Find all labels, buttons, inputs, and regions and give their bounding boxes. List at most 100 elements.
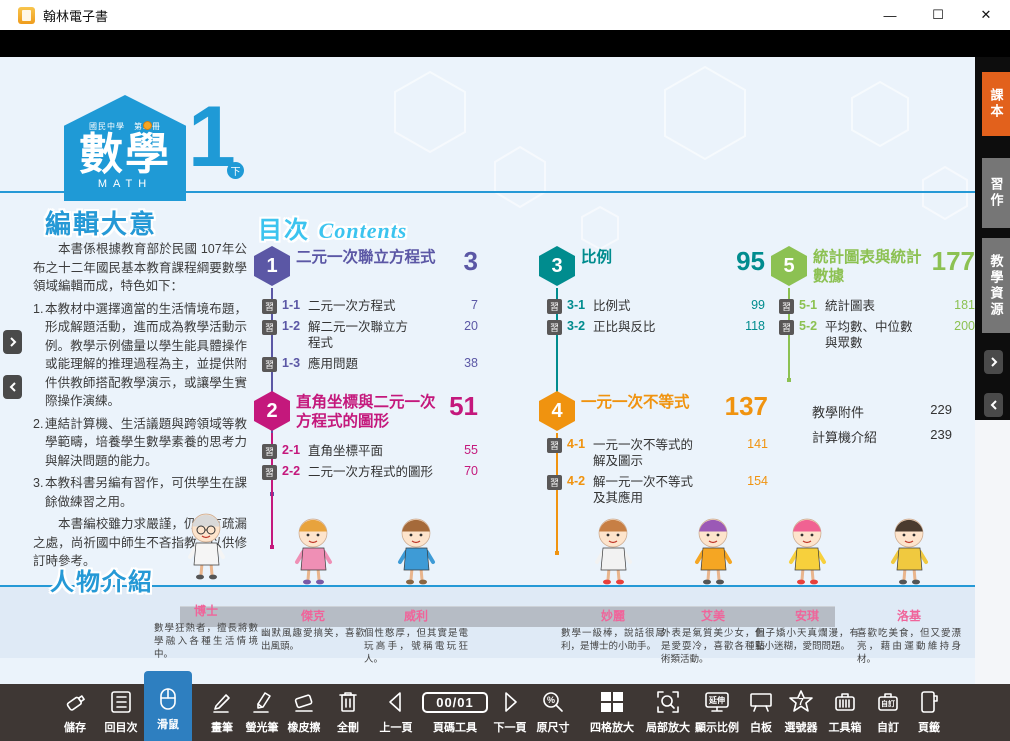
logo-subject-en: MATH: [64, 178, 186, 190]
app-icon: [18, 7, 35, 24]
character-illustration: [393, 514, 439, 591]
panel-open-right-button[interactable]: [3, 330, 22, 354]
tool-eraser[interactable]: 橡皮擦: [280, 687, 328, 739]
semester-badge: 下: [227, 162, 244, 179]
tab-workbook[interactable]: 習作: [982, 158, 1010, 228]
svg-text:自訂: 自訂: [881, 699, 895, 708]
section-row[interactable]: 習 1-1 二元一次方程式 7: [262, 298, 478, 314]
tab-textbook[interactable]: 課本: [982, 72, 1010, 136]
character-card: 艾美 外表是氣質美少女，但是愛耍冷，喜歡各種藝術類活動。: [660, 514, 766, 666]
panel-open-left-button[interactable]: [984, 393, 1003, 417]
tab-teaching-resources[interactable]: 教學資源: [982, 238, 1010, 333]
workbook-badge[interactable]: 習: [547, 438, 562, 453]
chapter-5: 5 統計圖表與統計數據 177 習 5-1 統計圖表 181 習 5-2 平均數…: [775, 246, 975, 356]
chevron-left-icon: [989, 399, 999, 411]
area-zoom-icon: [655, 689, 681, 715]
four-pane-icon: [598, 689, 626, 715]
chapter-title[interactable]: 二元一次聯立方程式: [296, 246, 446, 267]
tool-toolbox[interactable]: 工具箱: [821, 687, 869, 739]
top-black-bar: [0, 30, 1010, 57]
tool-page-number[interactable]: 00/01 頁碼工具: [420, 687, 490, 739]
section-row[interactable]: 習 2-1 直角坐標平面 55: [262, 443, 478, 459]
section-row[interactable]: 習 2-2 二元一次方程式的圖形 70: [262, 464, 478, 480]
editorial-item: 1. 本教材中選擇適當的生活情境布題，形成解題活動，進而成為教學活動示例。教學示…: [33, 300, 247, 411]
chapter-page: 95: [736, 246, 765, 277]
character-card: 安琪 個子嬌小天真爛漫，有點小迷糊，愛問問題。: [754, 514, 860, 653]
appendix-row[interactable]: 計算機介紹 239: [812, 427, 952, 446]
chevron-left-icon: [8, 381, 18, 393]
tool-previous-page[interactable]: 上一頁: [372, 687, 420, 739]
chapter-page: 137: [725, 391, 768, 422]
whiteboard-icon: [748, 689, 774, 715]
maximize-button[interactable]: ☐: [914, 0, 962, 30]
logo-subject: 數學: [64, 132, 186, 178]
character-illustration: [886, 514, 932, 591]
toolbox-icon: [832, 689, 858, 715]
eraser-icon: [291, 689, 317, 715]
next-page-icon: [497, 689, 523, 715]
workbook-badge[interactable]: 習: [262, 357, 277, 372]
tool-next-page[interactable]: 下一頁: [486, 687, 534, 739]
workbook-badge[interactable]: 習: [262, 299, 277, 314]
section-row[interactable]: 習 4-2 解一元一次不等式及其應用 154: [547, 474, 768, 506]
panel-open-left-button[interactable]: [3, 375, 22, 399]
chapter-page: 3: [464, 246, 478, 277]
workbook-badge[interactable]: 習: [262, 320, 277, 335]
character-illustration: [690, 514, 736, 591]
titlebar: 翰林電子書 — ☐ ✕: [0, 0, 1010, 30]
chapter-number-hexagon: 4: [539, 391, 575, 431]
page-indicator[interactable]: 00/01: [422, 692, 488, 713]
character-card: 傑克 幽默風趣愛搞笑，喜歡出風頭。: [260, 514, 366, 653]
book-page: 國民中學 第二冊 數學 MATH 1 下 編輯大意 目次 Contents 本書…: [0, 57, 1010, 684]
section-row[interactable]: 習 5-2 平均數、中位數與眾數 200: [779, 319, 975, 351]
mouse-icon: [155, 686, 181, 712]
section-row[interactable]: 習 5-1 統計圖表 181: [779, 298, 975, 314]
tool-four-pane-zoom[interactable]: 四格放大: [588, 687, 636, 739]
tool-original-size[interactable]: % 原尺寸: [529, 687, 577, 739]
tool-back-to-toc[interactable]: 回目次: [97, 687, 145, 739]
workbook-badge[interactable]: 習: [547, 475, 562, 490]
character-card: 博士 數學狂熱者，擅長將數學融入各種生活情境中。: [153, 509, 259, 661]
tool-mouse[interactable]: 滑鼠: [144, 671, 192, 741]
chapter-page: 177: [932, 246, 975, 277]
chapter-title[interactable]: 一元一次不等式: [581, 391, 731, 412]
custom-toolbox-icon: 自訂: [875, 689, 901, 715]
character-card: 洛基 喜歡吃美食，但又愛漂亮，藉由運動維持身材。: [856, 514, 962, 666]
chapter-title[interactable]: 直角坐標與二元一次方程式的圖形: [296, 391, 444, 431]
section-row[interactable]: 習 3-1 比例式 99: [547, 298, 765, 314]
tool-save[interactable]: 儲存: [51, 687, 99, 739]
svg-text:%: %: [547, 695, 555, 705]
workbook-badge[interactable]: 習: [262, 444, 277, 459]
tool-delete-all[interactable]: 全刪: [324, 687, 372, 739]
character-card: 威利 個性憨厚，但其實是電玩高手，號稱電玩狂人。: [363, 514, 469, 666]
tool-number-picker[interactable]: 7 選號器: [777, 687, 825, 739]
section-row[interactable]: 習 3-2 正比與反比 118: [547, 319, 765, 335]
chapter-title[interactable]: 統計圖表與統計數據: [813, 246, 923, 286]
section-row[interactable]: 習 1-3 應用問題 38: [262, 356, 478, 372]
chapter-page: 51: [449, 391, 478, 422]
tool-highlighter[interactable]: 螢光筆: [238, 687, 286, 739]
character-illustration: [183, 509, 229, 586]
panel-open-right-button[interactable]: [984, 350, 1003, 374]
workbook-badge[interactable]: 習: [779, 299, 794, 314]
appendix-row[interactable]: 教學附件 229: [812, 402, 952, 421]
toc-icon: [108, 689, 134, 715]
display-ratio-icon: 延伸: [703, 689, 731, 715]
chapter-1: 1 二元一次聯立方程式 3 習 1-1 二元一次方程式 7 習 1-2 解二元一…: [258, 246, 478, 377]
trash-icon: [335, 689, 361, 715]
book-logo: 國民中學 第二冊 數學 MATH: [64, 95, 186, 201]
minimize-button[interactable]: —: [866, 0, 914, 30]
section-row[interactable]: 習 4-1 一元一次不等式的解及圖示 141: [547, 437, 768, 469]
tool-area-zoom[interactable]: 局部放大: [644, 687, 692, 739]
workbook-badge[interactable]: 習: [262, 465, 277, 480]
workbook-badge[interactable]: 習: [779, 320, 794, 335]
tool-display-ratio[interactable]: 延伸 顯示比例: [693, 687, 741, 739]
close-button[interactable]: ✕: [962, 0, 1010, 30]
workbook-badge[interactable]: 習: [547, 320, 562, 335]
workbook-badge[interactable]: 習: [547, 299, 562, 314]
chapter-title[interactable]: 比例: [581, 246, 731, 267]
tool-page-tabs[interactable]: 頁籤: [905, 687, 953, 739]
chevron-right-icon: [8, 336, 18, 348]
section-row[interactable]: 習 1-2 解二元一次聯立方程式 20: [262, 319, 478, 351]
svg-text:延伸: 延伸: [708, 695, 725, 705]
